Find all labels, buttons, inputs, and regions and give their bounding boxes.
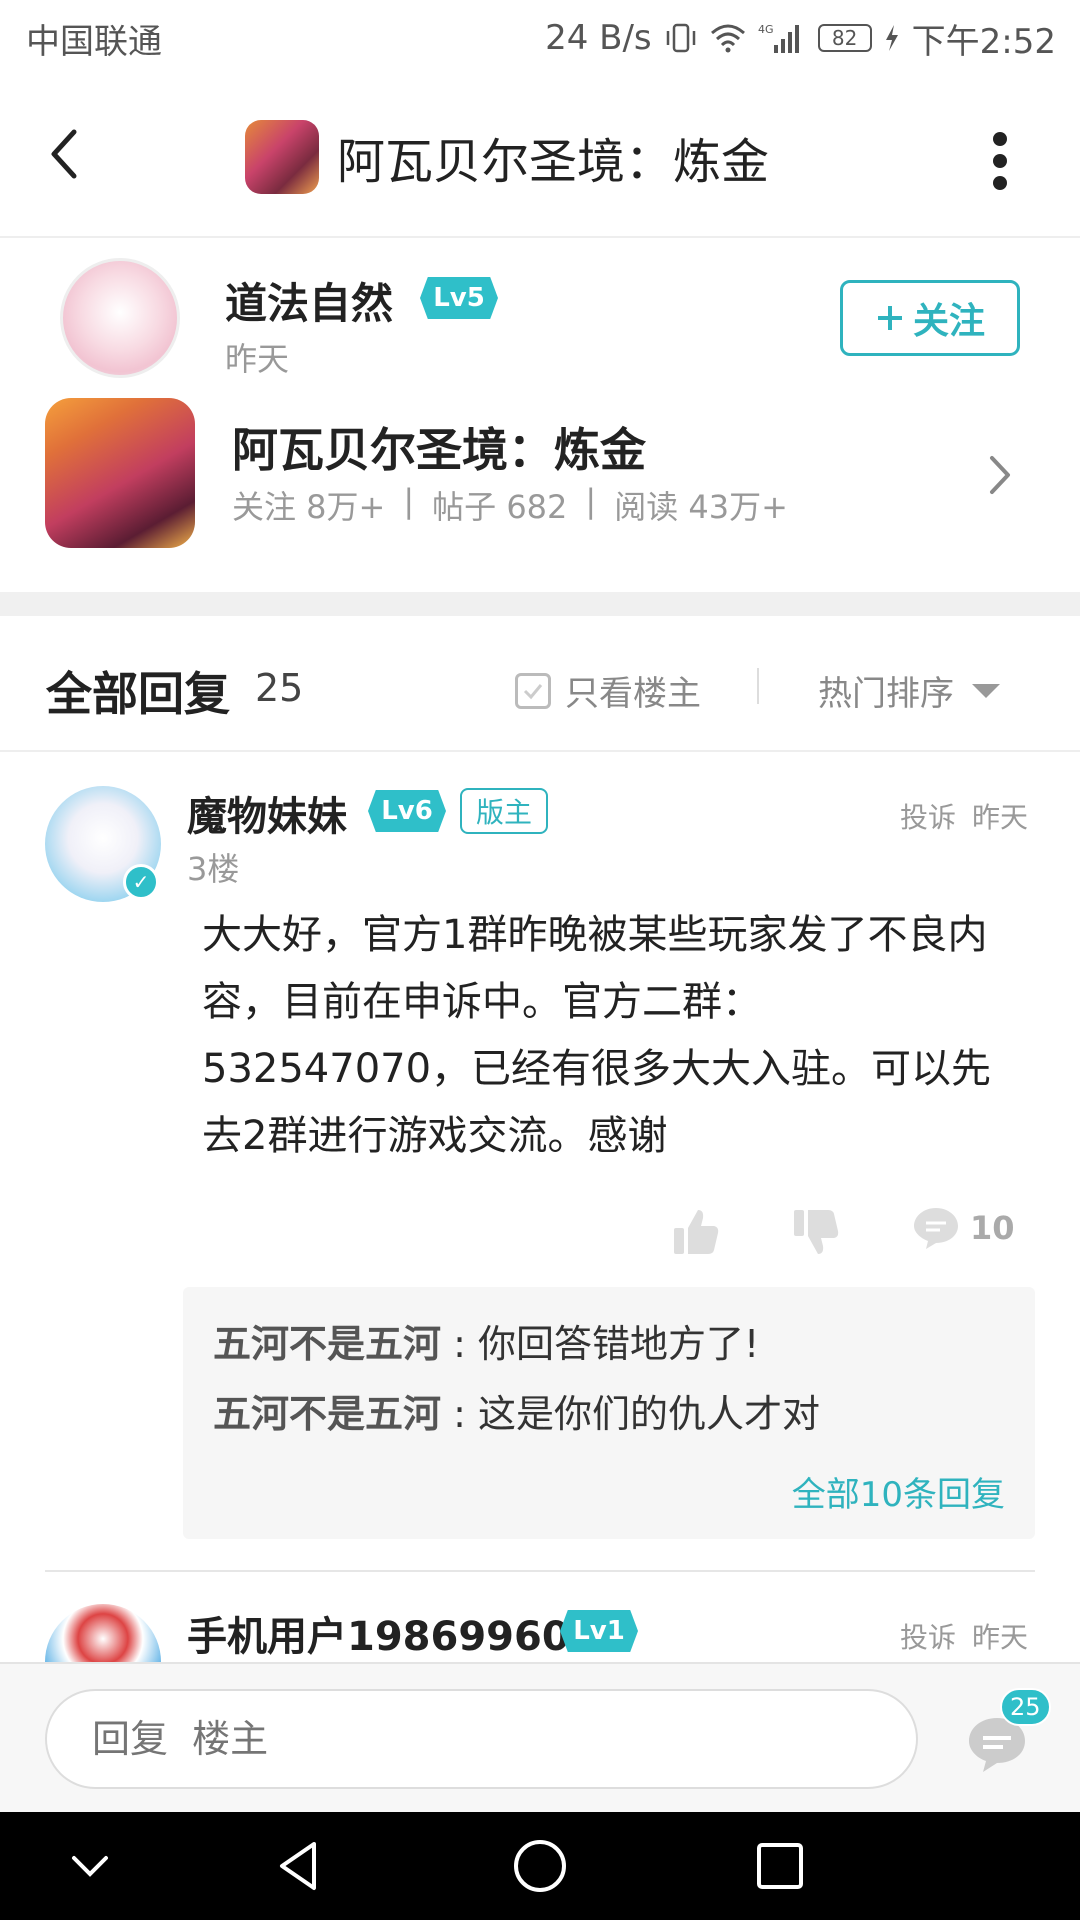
comment-time: 昨天 [972, 801, 1029, 834]
checkbox-icon [515, 672, 551, 709]
sub-reply-separator: : [441, 1392, 478, 1436]
follow-label: 关注 [912, 301, 985, 342]
author-name[interactable]: 道法自然 [225, 270, 393, 331]
only-host-toggle[interactable]: 只看楼主 [515, 666, 701, 715]
verified-icon: ✓ [123, 864, 159, 900]
status-icons: 24 B/s 4G 82 下午2:52 [545, 14, 1056, 63]
page-title: 阿瓦贝尔圣境：炼金 [337, 134, 770, 190]
title-group: 阿瓦贝尔圣境：炼金 [245, 120, 769, 194]
chevron-right-icon [990, 456, 1010, 494]
author-level-badge: Lv5 [420, 277, 498, 319]
back-button[interactable] [40, 124, 100, 184]
plus-icon [877, 306, 902, 330]
more-options-button[interactable] [985, 126, 1015, 196]
comment-meta: 投诉 昨天 [900, 796, 1028, 836]
battery-icon: 82 [817, 24, 872, 52]
net-speed: 24 B/s [545, 18, 652, 58]
replies-count: 25 [255, 666, 304, 710]
game-stats: 关注 8万+ | 帖子 682 | 阅读 43万+ [232, 482, 788, 528]
all-replies-link[interactable]: 全部10条回复 [792, 1467, 1005, 1516]
dropdown-arrow-icon [972, 683, 1000, 698]
nav-home-icon[interactable] [510, 1836, 570, 1896]
game-mini-icon [245, 120, 319, 194]
only-host-label: 只看楼主 [565, 674, 701, 714]
game-card[interactable]: 阿瓦贝尔圣境：炼金 关注 8万+ | 帖子 682 | 阅读 43万+ [0, 392, 1080, 562]
game-icon [45, 398, 195, 548]
post-time: 昨天 [225, 340, 290, 378]
comment-count: 10 [970, 1209, 1015, 1247]
thumbs-up-icon[interactable] [670, 1206, 722, 1258]
report-link[interactable]: 投诉 [900, 1616, 956, 1656]
commenter-avatar[interactable] [45, 1604, 161, 1662]
report-link[interactable]: 投诉 [900, 796, 956, 836]
comment-actions: 10 [670, 1202, 1015, 1262]
sub-reply: 五河不是五河 : 这是你们的仇人才对 [213, 1379, 1005, 1449]
sort-dropdown[interactable]: 热门排序 [818, 666, 1000, 715]
comment-count-button[interactable]: 10 [912, 1206, 1015, 1250]
stat-divider: | [585, 482, 597, 520]
comment-divider [45, 1570, 1035, 1572]
sub-reply-text: 你回答错地方了! [477, 1322, 760, 1366]
sort-label: 热门排序 [818, 674, 954, 714]
comment-meta: 投诉 昨天 [900, 1616, 1028, 1656]
comment-body: 大大好，官方1群昨晚被某些玩家发了不良内容，目前在申诉中。官方二群：532547… [202, 912, 992, 1159]
navigation-bar [0, 1812, 1080, 1920]
comment-item: 手机用户19869960 Lv1 投诉 昨天 [0, 1590, 1080, 1662]
hide-keyboard-icon[interactable] [60, 1836, 120, 1896]
svg-text:4G: 4G [758, 23, 774, 36]
reply-bar: 25 [0, 1662, 1080, 1812]
sub-replies-box[interactable]: 五河不是五河 : 你回答错地方了! 五河不是五河 : 这是你们的仇人才对 全部1… [183, 1287, 1035, 1539]
follow-button[interactable]: 关注 [840, 280, 1020, 356]
sub-reply-text: 这是你们的仇人才对 [477, 1392, 820, 1436]
reply-input[interactable] [45, 1689, 918, 1789]
replies-header: 全部回复 25 只看楼主 热门排序 [0, 616, 1080, 752]
vibrate-icon [664, 21, 698, 55]
sub-reply: 五河不是五河 : 你回答错地方了! [213, 1309, 1005, 1379]
header-divider [757, 668, 759, 704]
commenter-name[interactable]: 魔物妹妹 [187, 784, 347, 842]
author-row: 道法自然 Lv5 昨天 关注 [0, 250, 1080, 390]
section-divider [0, 592, 1080, 616]
replies-title: 全部回复 [46, 667, 230, 721]
dot-icon [993, 154, 1007, 168]
floor-number: 3楼 [187, 850, 240, 888]
sub-reply-separator: : [441, 1322, 478, 1366]
stat-divider: | [403, 482, 415, 520]
sub-reply-user[interactable]: 五河不是五河 [213, 1392, 441, 1436]
clock: 下午2:52 [911, 21, 1056, 62]
author-avatar[interactable] [60, 258, 180, 378]
comments-count-badge: 25 [1000, 1688, 1051, 1726]
commenter-name[interactable]: 手机用户19869960 [187, 1604, 570, 1662]
comment-bubble-icon [914, 1208, 958, 1249]
reads-stat: 阅读 43万+ [614, 488, 788, 526]
commenter-level-badge: Lv1 [560, 1610, 638, 1652]
back-arrow-icon [51, 129, 77, 179]
thumbs-down-icon[interactable] [790, 1206, 842, 1258]
wifi-icon [710, 23, 746, 53]
nav-back-icon[interactable] [270, 1836, 330, 1896]
commenter-level-badge: Lv6 [368, 790, 446, 832]
nav-recents-icon[interactable] [750, 1836, 810, 1896]
sub-reply-user[interactable]: 五河不是五河 [213, 1322, 441, 1366]
carrier-label: 中国联通 [26, 21, 162, 62]
comment-time: 昨天 [972, 1621, 1029, 1654]
charging-icon [884, 23, 900, 53]
moderator-badge: 版主 [460, 788, 549, 834]
dot-icon [993, 132, 1007, 146]
posts-stat: 帖子 682 [432, 488, 568, 526]
signal-icon: 4G [758, 21, 802, 55]
follow-stat: 关注 8万+ [232, 488, 386, 526]
dot-icon [993, 176, 1007, 190]
status-bar: 中国联通 24 B/s 4G 82 下午2:52 [0, 0, 1080, 76]
title-bar: 阿瓦贝尔圣境：炼金 [0, 76, 1080, 238]
game-name: 阿瓦贝尔圣境：炼金 [232, 423, 646, 477]
